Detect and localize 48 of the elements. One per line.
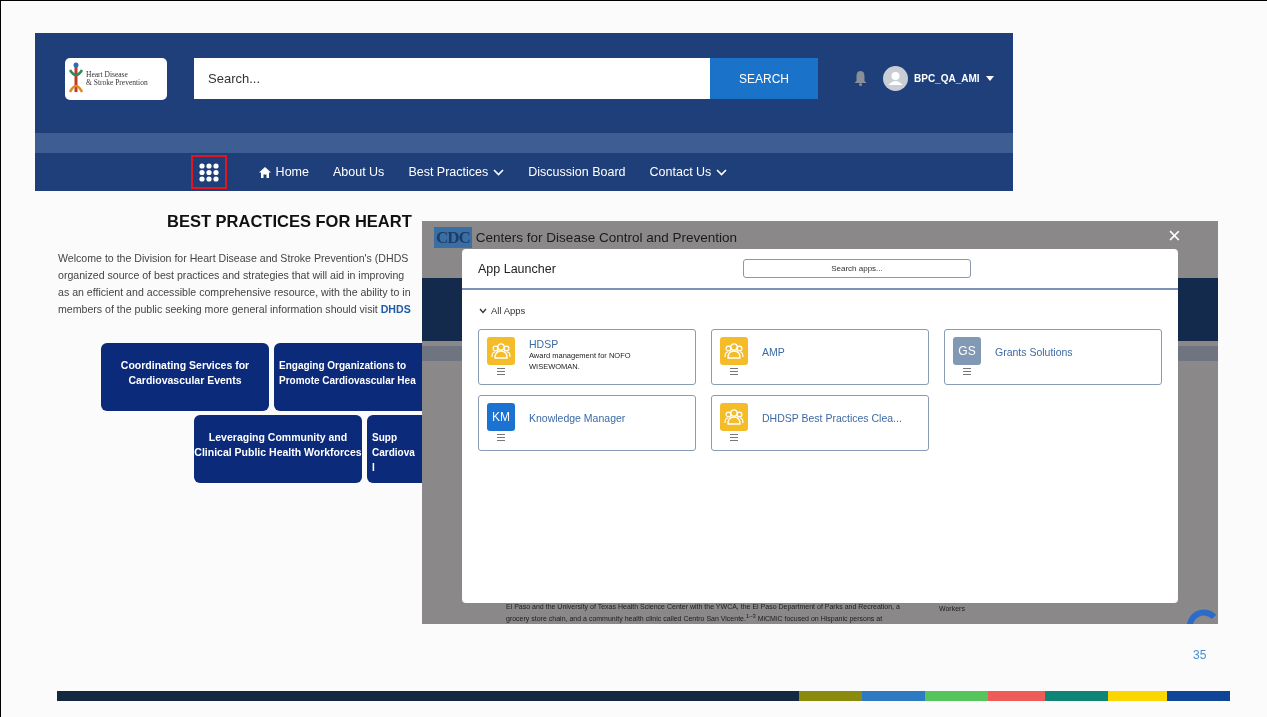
dhds-link[interactable]: DHDS: [380, 303, 411, 315]
app-name: HDSP: [529, 338, 560, 350]
app-name: Knowledge Manager: [529, 412, 626, 424]
search-apps-field[interactable]: Search apps...: [743, 259, 971, 278]
avatar-icon: [883, 65, 908, 91]
close-button[interactable]: ×: [1166, 224, 1183, 248]
chevron-down-icon: [716, 168, 728, 176]
menu-icon: [730, 368, 738, 375]
nav-link[interactable]: Discussion Board: [528, 165, 626, 179]
app-card[interactable]: AMP: [711, 329, 929, 385]
menu-icon: [497, 434, 505, 441]
app-name: DHDSP Best Practices Clea...: [762, 412, 902, 424]
home-icon: [258, 166, 271, 178]
app-card[interactable]: KM Knowledge Manager: [478, 395, 696, 451]
topic-tile[interactable]: Coordinating Services for Cardiovascular Events: [101, 343, 269, 411]
captcha-icon: [1184, 609, 1218, 624]
topic-tile[interactable]: Leveraging Community and Clinical Public Health Workforces: [194, 415, 362, 483]
menu-icon: [730, 434, 738, 441]
dialog-title: App Launcher: [478, 261, 557, 276]
nav-link[interactable]: Contact Us: [649, 165, 728, 179]
app-icon: GS: [953, 337, 981, 365]
topic-tile[interactable]: Engaging Organizations to Promote Cardiovascular Hea: [274, 343, 422, 411]
grid-icon: [198, 162, 219, 182]
site-title: Centers for Disease Control and Prevention: [475, 230, 737, 245]
section-toggle[interactable]: All Apps: [479, 305, 526, 316]
menu-icon: [963, 368, 971, 375]
user-menu[interactable]: BPC_QA_AMI: [883, 65, 994, 91]
nav-link[interactable]: Best Practices: [408, 165, 505, 179]
app-card[interactable]: DHDSP Best Practices Clea...: [711, 395, 929, 451]
nav-link[interactable]: About Us: [332, 165, 385, 179]
search-field[interactable]: Search...: [194, 58, 710, 99]
slide-number: 35: [1193, 648, 1207, 662]
chevron-down-icon: [479, 307, 487, 314]
topic-tile[interactable]: Supp Cardiova I: [367, 415, 422, 483]
site-logo: CDC: [434, 227, 472, 248]
bell-icon: [854, 70, 867, 86]
caret-icon: [985, 75, 994, 81]
app-icon: KM: [487, 403, 515, 431]
nav-link[interactable]: Home: [258, 165, 309, 179]
app-name: Grants Solutions: [995, 346, 1073, 358]
chevron-down-icon: [493, 168, 505, 176]
menu-icon: [497, 368, 505, 375]
app-launcher-button[interactable]: [190, 155, 227, 189]
intro-paragraph: Welcome to the Division for Heart Disease and Stroke Prevention's (DHDS organized source of best practices and strategies that will aid in improving as an efficient and accessible comprehensive resource, with the ability to in members of the public seeking more general information should visit DHDS: [58, 251, 412, 317]
app-card[interactable]: GS Grants Solutions: [944, 329, 1162, 385]
page-heading: BEST PRACTICES FOR HEART: [167, 212, 413, 231]
search-button[interactable]: SEARCH: [710, 58, 818, 99]
app-name: AMP: [762, 346, 785, 358]
